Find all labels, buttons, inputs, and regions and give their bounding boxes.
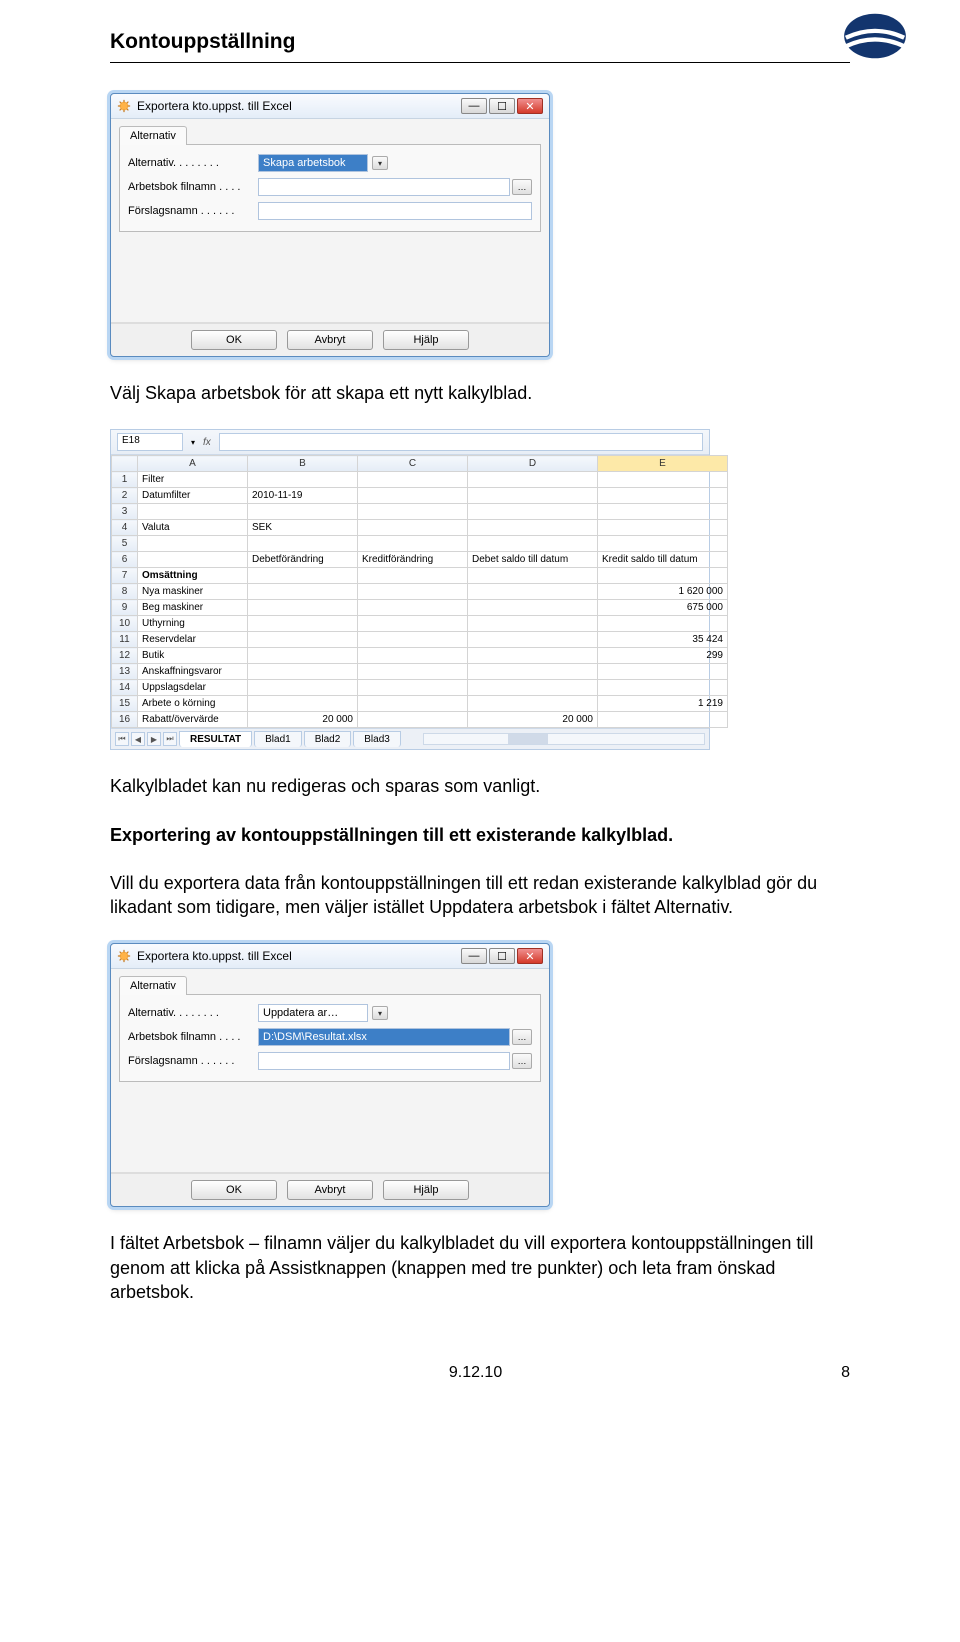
footer-date: 9.12.10: [449, 1364, 502, 1382]
col-D[interactable]: D: [468, 456, 598, 472]
sugg-field[interactable]: [258, 202, 532, 220]
help-button[interactable]: Hjälp: [383, 1180, 469, 1200]
sugg-label: Förslagsnamn . . . . . .: [128, 1055, 258, 1067]
assist-button[interactable]: …: [512, 1029, 532, 1045]
export-dialog-2: Exportera kto.uppst. till Excel — ☐ ✕ Al…: [110, 943, 550, 1207]
col-A[interactable]: A: [138, 456, 248, 472]
tab-alternativ[interactable]: Alternativ: [119, 126, 187, 145]
close-button[interactable]: ✕: [517, 98, 543, 114]
tab-alternativ[interactable]: Alternativ: [119, 976, 187, 995]
fx-icon: fx: [203, 437, 211, 448]
dialog-title: Exportera kto.uppst. till Excel: [137, 99, 461, 113]
assist-button[interactable]: …: [512, 1053, 532, 1069]
ok-button[interactable]: OK: [191, 1180, 277, 1200]
sheet-tab-3[interactable]: Blad3: [353, 731, 401, 747]
page-title: Kontouppställning: [110, 30, 295, 53]
alt-label: Alternativ. . . . . . . .: [128, 1007, 258, 1019]
minimize-button[interactable]: —: [461, 98, 487, 114]
wb-label: Arbetsbok filnamn . . . .: [128, 1031, 258, 1043]
alt-field[interactable]: Uppdatera ar…: [258, 1004, 368, 1022]
spreadsheet: E18 ▾ fx A B C D E 1Filter 2Datumfilter2…: [110, 429, 710, 750]
formula-bar[interactable]: [219, 433, 703, 451]
para-4: I fältet Arbetsbok – filnamn väljer du k…: [110, 1231, 850, 1304]
sheet-tab-2[interactable]: Blad2: [304, 731, 352, 747]
col-B[interactable]: B: [248, 456, 358, 472]
col-C[interactable]: C: [358, 456, 468, 472]
company-logo: [840, 12, 910, 60]
select-all-corner[interactable]: [112, 456, 138, 472]
para-1: Välj Skapa arbetsbok för att skapa ett n…: [110, 381, 850, 405]
sheet-nav-prev[interactable]: ◀: [131, 732, 145, 746]
help-button[interactable]: Hjälp: [383, 330, 469, 350]
export-dialog-1: Exportera kto.uppst. till Excel — ☐ ✕ Al…: [110, 93, 550, 357]
close-button[interactable]: ✕: [517, 948, 543, 964]
wb-field[interactable]: D:\DSM\Resultat.xlsx: [258, 1028, 510, 1046]
dialog-titlebar[interactable]: Exportera kto.uppst. till Excel — ☐ ✕: [111, 944, 549, 969]
gear-icon: [117, 99, 131, 113]
page-footer: 9.12.10 8: [110, 1364, 850, 1382]
cancel-button[interactable]: Avbryt: [287, 330, 373, 350]
sheet-tab-resultat[interactable]: RESULTAT: [179, 731, 252, 747]
sheet-nav-first[interactable]: ⏮: [115, 732, 129, 746]
name-box[interactable]: E18: [117, 433, 183, 451]
sugg-label: Förslagsnamn . . . . . .: [128, 205, 258, 217]
wb-label: Arbetsbok filnamn . . . .: [128, 181, 258, 193]
sheet-nav-next[interactable]: ▶: [147, 732, 161, 746]
col-E[interactable]: E: [598, 456, 728, 472]
assist-button[interactable]: …: [512, 179, 532, 195]
minimize-button[interactable]: —: [461, 948, 487, 964]
para-2: Kalkylbladet kan nu redigeras och sparas…: [110, 774, 850, 798]
footer-page: 8: [841, 1364, 850, 1382]
alt-label: Alternativ. . . . . . . .: [128, 157, 258, 169]
sheet-tab-1[interactable]: Blad1: [254, 731, 302, 747]
wb-field[interactable]: [258, 178, 510, 196]
dialog-title: Exportera kto.uppst. till Excel: [137, 949, 461, 963]
maximize-button[interactable]: ☐: [489, 98, 515, 114]
page-header: Kontouppställning: [110, 30, 850, 63]
para-3: Vill du exportera data från kontouppstäl…: [110, 871, 850, 920]
maximize-button[interactable]: ☐: [489, 948, 515, 964]
chevron-down-icon[interactable]: [372, 156, 388, 170]
sugg-field[interactable]: [258, 1052, 510, 1070]
gear-icon: [117, 949, 131, 963]
ok-button[interactable]: OK: [191, 330, 277, 350]
dialog-titlebar[interactable]: Exportera kto.uppst. till Excel — ☐ ✕: [111, 94, 549, 119]
chevron-down-icon[interactable]: [372, 1006, 388, 1020]
excel-grid[interactable]: A B C D E 1Filter 2Datumfilter2010-11-19…: [111, 455, 728, 728]
cancel-button[interactable]: Avbryt: [287, 1180, 373, 1200]
sheet-nav-last[interactable]: ⏭: [163, 732, 177, 746]
alt-field[interactable]: Skapa arbetsbok: [258, 154, 368, 172]
namebox-dropdown-icon[interactable]: ▾: [191, 438, 195, 447]
h-scrollbar[interactable]: [423, 733, 705, 745]
heading-2: Exportering av kontouppställningen till …: [110, 823, 850, 847]
